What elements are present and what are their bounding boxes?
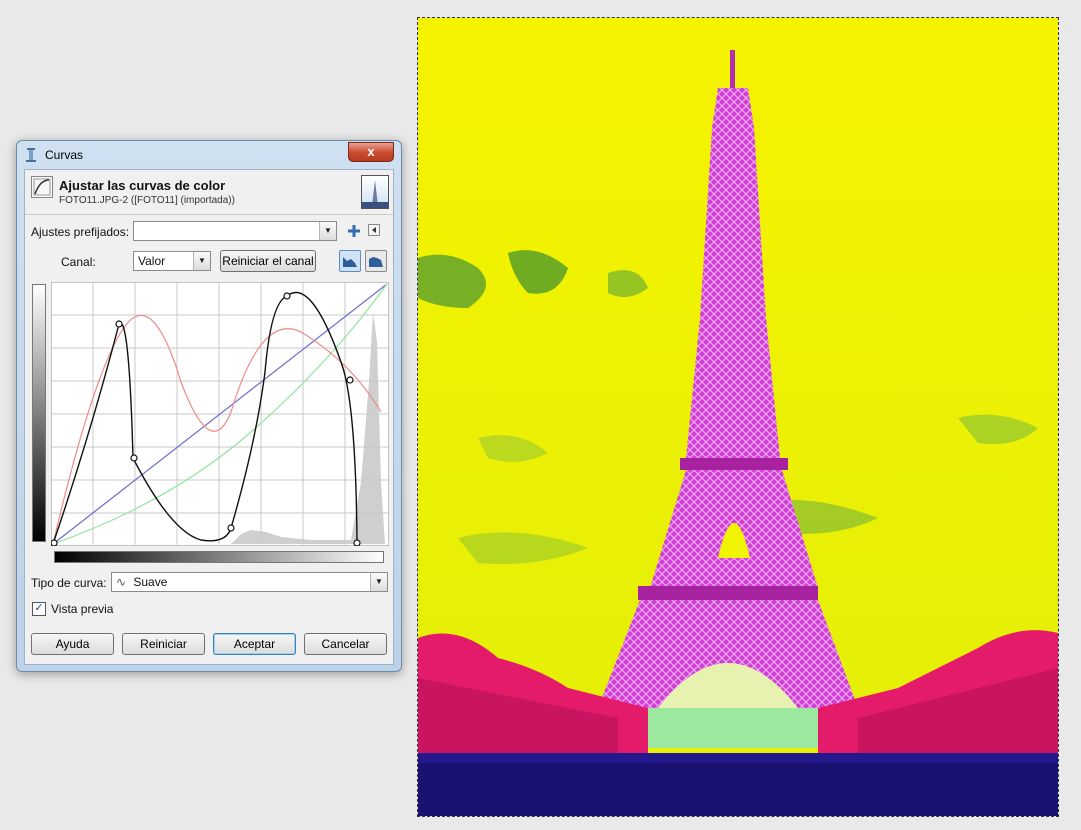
curves-tool-icon [31, 176, 53, 198]
header-separator [25, 214, 393, 215]
log-histogram-button[interactable] [365, 250, 387, 272]
channel-combo[interactable]: Valor ▼ [133, 251, 211, 271]
curve-type-combo[interactable]: ∿ Suave ▼ [111, 572, 388, 592]
presets-combo[interactable]: ▼ [133, 221, 337, 241]
chevron-down-icon: ▼ [193, 252, 210, 270]
channel-label: Canal: [61, 255, 96, 269]
control-point [130, 454, 138, 462]
control-point [346, 376, 354, 384]
curve-graph[interactable] [51, 282, 389, 546]
image-thumbnail [361, 175, 389, 209]
control-point [353, 539, 361, 546]
curve-type-label: Tipo de curva: [31, 576, 107, 590]
control-point [115, 320, 123, 328]
linear-histogram-icon [343, 257, 357, 267]
preview-checkbox[interactable]: ✓ [32, 602, 46, 616]
cancel-button[interactable]: Cancelar [304, 633, 387, 655]
image-canvas[interactable] [417, 17, 1059, 817]
dialog-titlebar[interactable]: Curvas x [17, 141, 401, 169]
header-subtitle: FOTO11.JPG-2 ([FOTO11] (importada)) [59, 195, 235, 206]
presets-label: Ajustes prefijados: [31, 225, 130, 239]
linear-histogram-button[interactable] [339, 250, 361, 272]
reset-channel-button[interactable]: Reiniciar el canal [220, 250, 316, 272]
close-button[interactable]: x [348, 142, 394, 162]
ok-button[interactable]: Aceptar [213, 633, 296, 655]
curves-dialog: Curvas x Ajustar las curvas de color FOT… [16, 140, 402, 672]
smooth-curve-icon: ∿ [116, 575, 127, 589]
header-title: Ajustar las curvas de color [59, 178, 226, 193]
channel-value: Valor [138, 254, 166, 268]
control-point [227, 524, 235, 532]
help-button[interactable]: Ayuda [31, 633, 114, 655]
eiffel-tower-image [418, 18, 1058, 816]
chevron-down-icon: ▼ [370, 573, 387, 591]
log-histogram-icon [369, 257, 383, 267]
plus-icon[interactable] [347, 224, 361, 238]
curves-icon [26, 148, 36, 162]
vertical-gradient-bar [32, 284, 46, 542]
dialog-title: Curvas [45, 148, 84, 162]
horizontal-gradient-bar [54, 551, 384, 563]
curve-type-value: Suave [133, 575, 168, 589]
chevron-down-icon: ▼ [319, 222, 336, 240]
control-point [51, 539, 58, 546]
close-icon: x [367, 144, 375, 159]
menu-arrow-icon[interactable] [368, 224, 380, 236]
control-point [283, 292, 291, 300]
preview-label: Vista previa [51, 602, 114, 616]
reset-button[interactable]: Reiniciar [122, 633, 205, 655]
